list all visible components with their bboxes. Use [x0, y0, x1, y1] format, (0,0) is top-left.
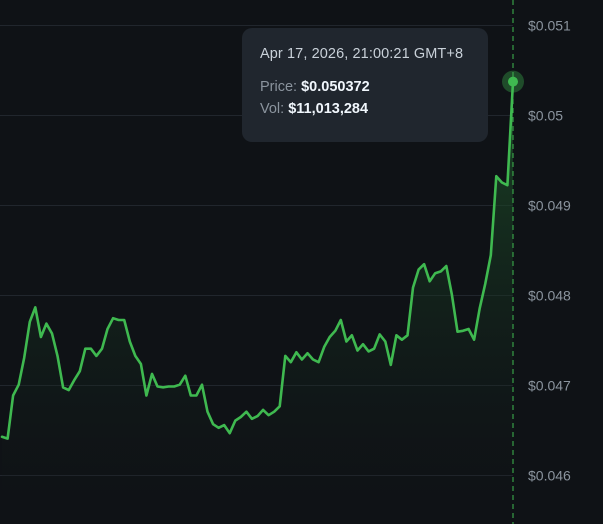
y-tick-label: $0.048	[528, 288, 571, 304]
tooltip-date: Apr 17, 2026, 21:00:21 GMT+8	[260, 46, 464, 62]
y-tick-label: $0.05	[528, 108, 563, 124]
y-tick-label: $0.049	[528, 198, 571, 214]
tooltip-volume-value: $11,013,284	[288, 101, 369, 117]
tooltip-price-value: $0.050372	[301, 79, 370, 95]
tooltip-volume-row: Vol: $11,013,284	[260, 101, 488, 117]
y-tick-label: $0.051	[528, 18, 571, 34]
tooltip-price-row: Price: $0.050372	[260, 79, 488, 95]
price-chart[interactable]: $0.051 $0.05 $0.049 $0.048 $0.047 $0.046 Apr …	[0, 0, 603, 524]
hover-marker-dot	[508, 76, 518, 87]
price-tooltip: Apr 17, 2026, 21:00:21 GMT+8 Price: $0.0…	[242, 28, 488, 142]
tooltip-volume-label: Vol:	[260, 101, 285, 117]
y-tick-label: $0.046	[528, 468, 571, 484]
y-axis: $0.051 $0.05 $0.049 $0.048 $0.047 $0.046	[528, 18, 571, 484]
tooltip-price-label: Price:	[260, 79, 298, 95]
hover-marker	[502, 70, 524, 93]
price-area	[2, 81, 513, 524]
price-area-fill	[2, 81, 513, 524]
y-tick-label: $0.047	[528, 378, 571, 394]
